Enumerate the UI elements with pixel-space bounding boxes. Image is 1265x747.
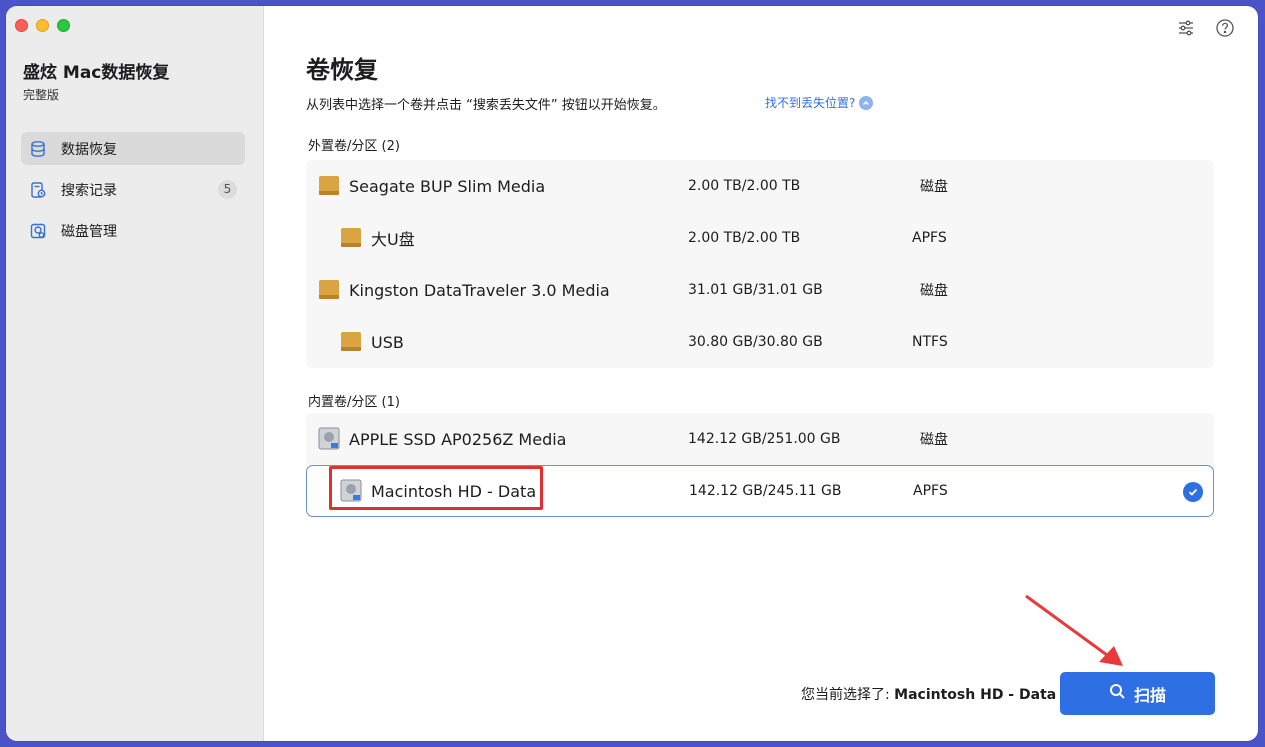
sidebar-item-search-history[interactable]: 搜索记录 5	[21, 173, 245, 206]
sidebar-item-label: 数据恢复	[61, 141, 117, 158]
volume-name: Seagate BUP Slim Media	[349, 176, 546, 196]
external-volume-list: Seagate BUP Slim Media 2.00 TB/2.00 TB 磁…	[306, 160, 1214, 368]
page-title: 卷恢复	[306, 56, 378, 84]
app-edition: 完整版	[23, 88, 60, 102]
volume-name: Kingston DataTraveler 3.0 Media	[349, 280, 610, 300]
external-drive-icon	[316, 277, 342, 303]
volume-name: APPLE SSD AP0256Z Media	[349, 429, 567, 449]
sidebar-item-disk-management[interactable]: 磁盘管理	[21, 214, 245, 247]
history-count-badge: 5	[218, 180, 237, 199]
volume-name: 大U盘	[371, 230, 415, 249]
minimize-window-button[interactable]	[36, 19, 49, 32]
volume-type: APFS	[913, 483, 948, 499]
volume-row[interactable]: APPLE SSD AP0256Z Media 142.12 GB/251.00…	[306, 413, 1214, 465]
sidebar-item-data-recovery[interactable]: 数据恢复	[21, 132, 245, 165]
volume-row-selected[interactable]: Macintosh HD - Data 142.12 GB/245.11 GB …	[306, 465, 1214, 517]
volume-size: 30.80 GB/30.80 GB	[688, 334, 823, 350]
sidebar-item-label: 磁盘管理	[61, 223, 117, 240]
volume-row[interactable]: USB 30.80 GB/30.80 GB NTFS	[306, 316, 1214, 368]
volume-size: 142.12 GB/251.00 GB	[688, 431, 841, 447]
volume-row[interactable]: Kingston DataTraveler 3.0 Media 31.01 GB…	[306, 264, 1214, 316]
external-section-label: 外置卷/分区 (2)	[308, 139, 400, 154]
volume-size: 2.00 TB/2.00 TB	[688, 178, 801, 194]
page-description: 从列表中选择一个卷并点击 “搜索丢失文件” 按钮以开始恢复。	[306, 98, 666, 113]
checkmark-icon	[1183, 482, 1203, 502]
app-window: 盛炫 Mac数据恢复 完整版 数据恢复 搜索记录 5 磁盘管理 卷恢复 从列表中…	[6, 6, 1258, 741]
sidebar: 盛炫 Mac数据恢复 完整版 数据恢复 搜索记录 5 磁盘管理	[6, 6, 264, 741]
volume-row[interactable]: 大U盘 2.00 TB/2.00 TB APFS	[306, 212, 1214, 264]
selection-value: Macintosh HD - Data	[894, 687, 1057, 703]
volume-type: 磁盘	[920, 283, 948, 299]
main-panel: 卷恢复 从列表中选择一个卷并点击 “搜索丢失文件” 按钮以开始恢复。 找不到丢失…	[264, 6, 1258, 741]
volume-type: 磁盘	[920, 179, 948, 195]
volume-size: 142.12 GB/245.11 GB	[689, 483, 842, 499]
scan-button-label: 扫描	[1133, 685, 1166, 705]
internal-section-label: 内置卷/分区 (1)	[308, 395, 400, 410]
history-icon	[29, 181, 47, 199]
volume-size: 2.00 TB/2.00 TB	[688, 230, 801, 246]
volume-type: 磁盘	[920, 432, 948, 448]
help-link[interactable]: 找不到丢失位置?	[765, 94, 874, 111]
selection-prefix: 您当前选择了:	[801, 687, 895, 703]
settings-sliders-icon[interactable]	[1175, 17, 1197, 39]
internal-drive-icon	[338, 478, 364, 504]
external-drive-icon	[338, 225, 364, 251]
internal-drive-icon	[316, 426, 342, 452]
zoom-window-button[interactable]	[57, 19, 70, 32]
external-drive-icon	[316, 173, 342, 199]
help-icon[interactable]	[1214, 17, 1236, 39]
help-link-label: 找不到丢失位置?	[765, 96, 856, 110]
search-icon	[1109, 683, 1126, 704]
volume-type: NTFS	[912, 334, 948, 350]
scan-button[interactable]: 扫描	[1060, 672, 1215, 715]
volume-name: USB	[371, 332, 404, 352]
volume-name: Macintosh HD - Data	[371, 481, 537, 501]
volume-row[interactable]: Seagate BUP Slim Media 2.00 TB/2.00 TB 磁…	[306, 160, 1214, 212]
sidebar-item-label: 搜索记录	[61, 182, 117, 199]
app-title: 盛炫 Mac数据恢复	[23, 63, 170, 83]
volume-type: APFS	[912, 230, 947, 246]
disk-manage-icon	[29, 222, 47, 240]
close-window-button[interactable]	[15, 19, 28, 32]
database-icon	[29, 140, 47, 158]
internal-volume-list: APPLE SSD AP0256Z Media 142.12 GB/251.00…	[306, 413, 1214, 517]
volume-size: 31.01 GB/31.01 GB	[688, 282, 823, 298]
chevron-up-icon	[859, 95, 874, 110]
external-drive-icon	[338, 329, 364, 355]
selection-status: 您当前选择了: Macintosh HD - Data	[801, 684, 1056, 704]
annotation-arrow-icon	[1025, 594, 1123, 666]
